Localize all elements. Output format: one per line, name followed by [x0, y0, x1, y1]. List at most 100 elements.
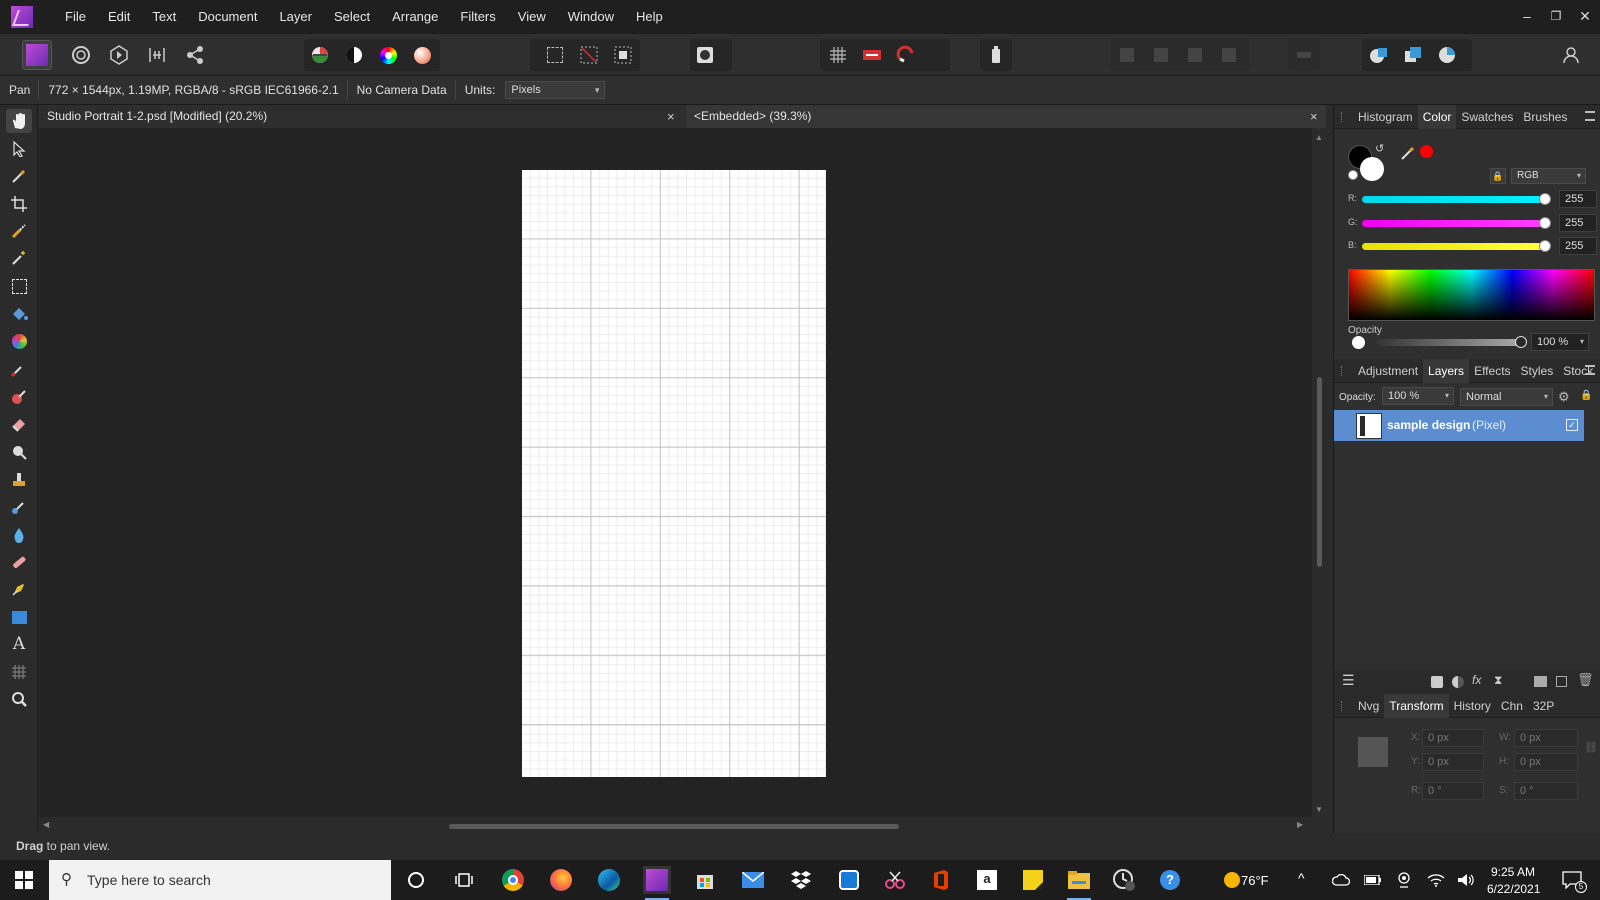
- affinity-photo-taskbar-icon[interactable]: [643, 866, 671, 900]
- export-persona-icon[interactable]: [180, 40, 210, 70]
- erase-brush-tool-icon[interactable]: [6, 412, 32, 436]
- edge-icon[interactable]: [595, 866, 623, 894]
- opacity-slider[interactable]: [1376, 339, 1521, 346]
- maximize-button[interactable]: ❐: [1541, 0, 1571, 34]
- vertical-scroll-thumb[interactable]: [1317, 377, 1322, 567]
- layer-lock-icon[interactable]: 🔒: [1580, 390, 1592, 401]
- layer-settings-gear-icon[interactable]: ⚙: [1558, 389, 1570, 405]
- opacity-slider-knob[interactable]: [1515, 336, 1527, 348]
- tab-histogram[interactable]: Histogram: [1353, 105, 1418, 129]
- move-tool-icon[interactable]: [6, 137, 32, 161]
- amazon-icon[interactable]: a: [973, 866, 1001, 894]
- panel-grip-icon[interactable]: [1341, 365, 1343, 376]
- menu-window[interactable]: Window: [557, 0, 625, 34]
- color-spectrum-picker[interactable]: [1348, 269, 1595, 321]
- tab-swatches[interactable]: Swatches: [1456, 105, 1518, 129]
- move-to-back-icon[interactable]: [1112, 40, 1142, 70]
- tab-styles[interactable]: Styles: [1516, 359, 1559, 383]
- add-pixel-layer-icon[interactable]: [1556, 676, 1567, 687]
- document-tab-studio-portrait[interactable]: Studio Portrait 1-2.psd [Modified] (20.2…: [39, 105, 685, 128]
- subtract-boolean-icon[interactable]: [1398, 40, 1428, 70]
- blue-channel-slider[interactable]: [1362, 243, 1545, 250]
- fx-icon[interactable]: fx: [1472, 673, 1481, 687]
- magic-wand-tool-icon[interactable]: [6, 246, 32, 270]
- invert-selection-icon[interactable]: [608, 40, 638, 70]
- close-tab-icon[interactable]: ×: [667, 105, 675, 128]
- file-explorer-icon[interactable]: [1065, 866, 1093, 900]
- dodge-tool-icon[interactable]: [6, 440, 32, 464]
- close-window-button[interactable]: ✕: [1570, 0, 1600, 34]
- layer-visibility-checkbox[interactable]: ✓: [1566, 419, 1578, 431]
- gradient-tool-icon[interactable]: [6, 329, 32, 353]
- cortana-icon[interactable]: [402, 866, 430, 894]
- scroll-up-arrow-icon[interactable]: ▲: [1315, 133, 1323, 142]
- tab-32p[interactable]: 32P: [1528, 694, 1559, 718]
- h-field[interactable]: 0 px: [1514, 753, 1578, 771]
- panel-grip-icon[interactable]: [1341, 700, 1343, 711]
- grid-snapping-icon[interactable]: [823, 40, 853, 70]
- webcam-icon[interactable]: [1390, 866, 1418, 894]
- picked-color-swatch[interactable]: [1420, 145, 1433, 158]
- scroll-right-arrow-icon[interactable]: ▶: [1297, 820, 1303, 829]
- microsoft-store-icon[interactable]: [691, 866, 719, 894]
- layer-row-sample-design[interactable]: sample design (Pixel) ✓: [1334, 410, 1584, 441]
- color-picker-tool-icon[interactable]: [6, 164, 32, 188]
- red-channel-slider[interactable]: [1362, 196, 1545, 203]
- shear-field[interactable]: 0 °: [1514, 782, 1578, 800]
- green-slider-knob[interactable]: [1539, 217, 1551, 229]
- menu-layer[interactable]: Layer: [268, 0, 323, 34]
- w-field[interactable]: 0 px: [1514, 729, 1578, 747]
- x-field[interactable]: 0 px: [1422, 729, 1484, 747]
- hand-tool-icon[interactable]: [6, 109, 32, 133]
- timer-app-icon[interactable]: [1110, 866, 1138, 894]
- tab-transform[interactable]: Transform: [1384, 693, 1449, 718]
- eyedropper-icon[interactable]: [1400, 145, 1416, 164]
- firefox-icon[interactable]: [547, 866, 575, 894]
- color-replacement-tool-icon[interactable]: [6, 385, 32, 409]
- notifications-icon[interactable]: 5: [1558, 866, 1587, 894]
- sticky-notes-icon[interactable]: [1019, 866, 1047, 894]
- opacity-value-field[interactable]: 100 % ▾: [1531, 333, 1589, 351]
- smudge-tool-icon[interactable]: [6, 495, 32, 519]
- horizontal-scroll-thumb[interactable]: [449, 824, 899, 829]
- dropbox-icon[interactable]: [787, 866, 815, 894]
- zoom-tool-icon[interactable]: [6, 687, 32, 711]
- tab-brushes[interactable]: Brushes: [1518, 105, 1572, 129]
- vertical-scrollbar[interactable]: ▲ ▼: [1314, 133, 1324, 817]
- office-icon[interactable]: [927, 866, 955, 894]
- tab-color[interactable]: Color: [1417, 104, 1457, 129]
- rotation-field[interactable]: 0 °: [1422, 782, 1484, 800]
- account-icon[interactable]: [1556, 40, 1586, 70]
- quick-mask-icon[interactable]: [690, 40, 720, 70]
- align-snapping-icon[interactable]: [857, 40, 887, 70]
- delete-layer-icon[interactable]: 🗑: [1577, 672, 1594, 688]
- add-boolean-icon[interactable]: [1364, 40, 1394, 70]
- menu-help[interactable]: Help: [625, 0, 674, 34]
- task-view-icon[interactable]: [450, 866, 478, 894]
- menu-file[interactable]: File: [54, 0, 97, 34]
- close-tab-icon[interactable]: ×: [1310, 105, 1318, 128]
- marquee-tool-icon[interactable]: [6, 274, 32, 298]
- snapping-magnet-icon[interactable]: [891, 40, 921, 70]
- swap-colors-icon[interactable]: ↺: [1375, 142, 1384, 155]
- red-slider-knob[interactable]: [1539, 193, 1551, 205]
- lock-icon[interactable]: 🔒: [1490, 168, 1506, 184]
- scroll-left-arrow-icon[interactable]: ◀: [43, 820, 49, 829]
- secondary-color-swatch[interactable]: [1360, 157, 1384, 181]
- mesh-warp-tool-icon[interactable]: [6, 660, 32, 684]
- hsl-icon[interactable]: [373, 40, 403, 70]
- add-group-icon[interactable]: [1534, 676, 1547, 687]
- rectangle-tool-icon[interactable]: [6, 605, 32, 629]
- horizontal-scrollbar[interactable]: ◀ ▶: [39, 819, 1312, 833]
- blue-slider-knob[interactable]: [1539, 240, 1551, 252]
- menu-select[interactable]: Select: [323, 0, 381, 34]
- assistant-icon[interactable]: [981, 40, 1011, 70]
- app-icon-blue[interactable]: [835, 866, 863, 894]
- clone-tool-icon[interactable]: [6, 467, 32, 491]
- move-forward-icon[interactable]: [1180, 40, 1210, 70]
- tab-history[interactable]: History: [1449, 694, 1496, 718]
- tab-navigator[interactable]: Nvg: [1353, 694, 1384, 718]
- move-back-icon[interactable]: [1146, 40, 1176, 70]
- select-all-icon[interactable]: [540, 40, 570, 70]
- levels-icon[interactable]: [305, 40, 335, 70]
